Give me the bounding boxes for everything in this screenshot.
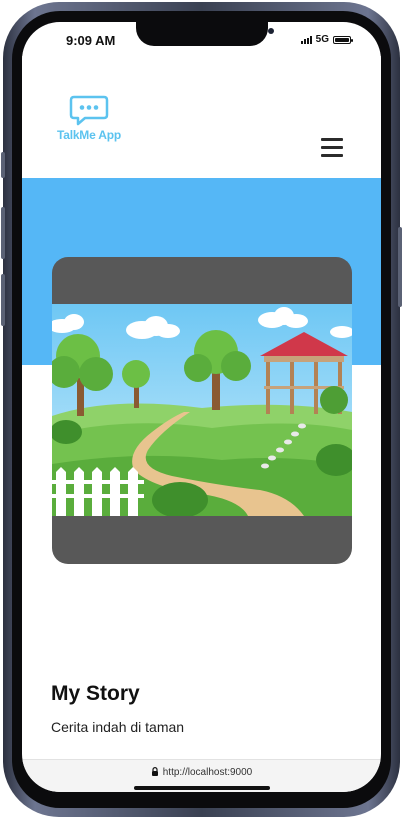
story-image-card[interactable] [52,257,352,564]
status-indicators: 5G [300,34,353,45]
camera-icon [268,28,274,34]
phone-side-button [1,152,5,178]
status-time: 9:09 AM [66,33,116,48]
phone-volume-down-button [1,274,5,326]
notch [136,22,274,46]
screen: 9:09 AM 5G TalkMe App My Story Cerita in… [22,22,381,792]
hamburger-menu-icon[interactable] [321,138,343,158]
url-text: http://localhost:9000 [162,767,253,778]
app-logo[interactable]: TalkMe App [54,94,124,142]
chat-bubble-icon [69,95,109,126]
network-type: 5G [315,34,329,45]
app-header: TalkMe App [22,56,381,178]
app-name: TalkMe App [56,128,121,142]
story-description: Cerita indah di taman [51,719,185,735]
story-title: My Story [51,682,140,705]
phone-volume-up-button [1,207,5,259]
signal-icon [300,35,312,44]
home-indicator[interactable] [134,786,270,790]
url-display[interactable]: http://localhost:9000 [22,767,381,778]
phone-power-button [398,227,402,307]
garden-illustration [52,304,352,516]
lock-icon [151,767,158,776]
battery-icon [333,35,353,44]
